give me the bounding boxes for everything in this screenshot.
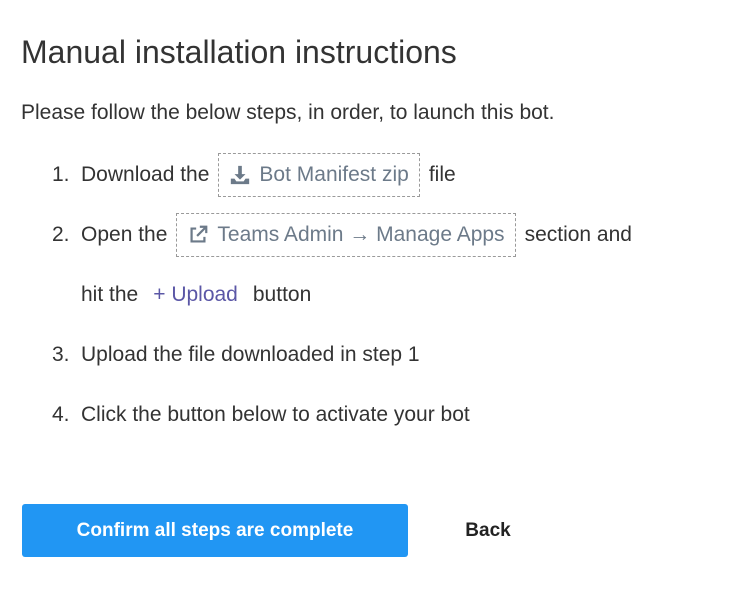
page-title: Manual installation instructions [21,34,457,70]
confirm-steps-button[interactable]: Confirm all steps are complete [22,504,408,557]
teams-admin-link-label: Teams Admin → Manage Apps [217,223,505,246]
step-number: 2. [52,223,70,246]
teams-admin-link[interactable]: Teams Admin → Manage Apps [176,213,516,257]
step-text: Click the button below to activate your … [81,403,470,426]
step-text: Open the [81,223,168,246]
bot-manifest-link-label: Bot Manifest zip [259,163,409,186]
step-text: section and [524,223,632,246]
download-icon [231,165,250,185]
step-2-continuation: hit the + Upload button [81,271,311,319]
step-1: 1. Download the Bot Manifest zip file [52,151,456,199]
step-text: Upload the file downloaded in step 1 [81,343,420,366]
external-link-icon [190,225,208,243]
step-number: 3. [52,343,70,366]
step-4: 4. Click the button below to activate yo… [52,391,470,439]
back-button[interactable]: Back [448,504,528,557]
bot-manifest-download-link[interactable]: Bot Manifest zip [218,153,420,197]
intro-text: Please follow the below steps, in order,… [21,101,555,124]
step-2: 2. Open the Teams Admin → Manage Apps se… [52,211,632,259]
step-text: file [428,163,456,186]
step-number: 4. [52,403,70,426]
step-text: hit the [81,283,139,306]
step-number: 1. [52,163,70,186]
step-3: 3. Upload the file downloaded in step 1 [52,331,420,379]
step-text: Download the [81,163,210,186]
step-text: button [252,283,312,306]
upload-link[interactable]: + Upload [147,283,244,307]
